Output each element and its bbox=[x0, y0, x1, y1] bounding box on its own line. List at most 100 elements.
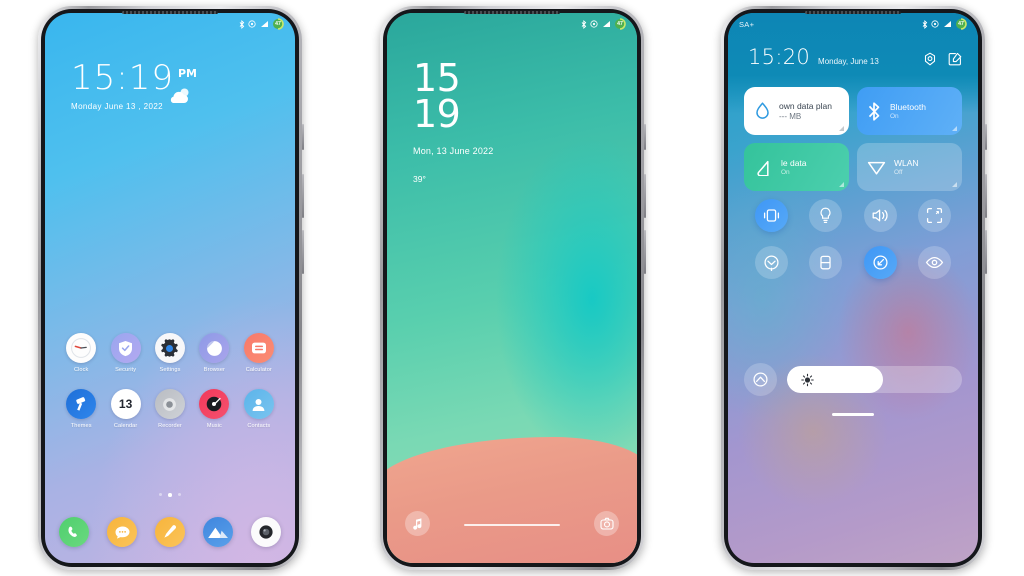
screen-1: 47 15:19 PM Monday June 13 , 2022 Clock … bbox=[45, 13, 295, 563]
app-recorder[interactable]: Recorder bbox=[148, 389, 192, 429]
earpiece-speaker bbox=[464, 11, 560, 14]
app-themes[interactable]: Themes bbox=[59, 389, 103, 429]
gear-icon bbox=[154, 333, 185, 363]
signal-icon bbox=[260, 21, 268, 27]
lock-clock-widget: 15 19 Mon, 13 June 2022 39° bbox=[413, 59, 493, 184]
side-button-power[interactable] bbox=[302, 230, 304, 274]
tile-expand-corner[interactable] bbox=[839, 182, 844, 187]
screen-3: SA+ 47 15:20 Monday, June 13 own data pl… bbox=[728, 13, 978, 563]
tile-expand-corner[interactable] bbox=[952, 126, 957, 131]
side-button-mute[interactable] bbox=[985, 124, 987, 150]
app-clock[interactable]: Clock bbox=[59, 333, 103, 373]
app-label: Themes bbox=[70, 423, 92, 429]
side-button-mute[interactable] bbox=[644, 124, 646, 150]
tile-subtitle: Off bbox=[894, 169, 903, 176]
side-button-mute[interactable] bbox=[302, 124, 304, 150]
camera-shortcut[interactable] bbox=[594, 511, 619, 536]
edit-icon[interactable] bbox=[948, 52, 962, 66]
app-label: Recorder bbox=[158, 423, 182, 429]
status-icons-2: 47 bbox=[581, 18, 627, 30]
tile-subtitle: --- MB bbox=[779, 112, 802, 121]
quick-settings-header: 15:20 Monday, June 13 bbox=[748, 47, 962, 68]
status-bar-1: 47 bbox=[45, 13, 295, 35]
side-button-volume[interactable] bbox=[985, 174, 987, 218]
speaker-icon bbox=[872, 209, 888, 222]
alarm-icon bbox=[931, 20, 939, 28]
battery-level-2: 47 bbox=[617, 21, 623, 27]
signal-icon bbox=[943, 21, 951, 27]
alarm-icon bbox=[590, 20, 598, 28]
tile-title: le data bbox=[781, 158, 807, 168]
qs-time: 15:20 bbox=[748, 45, 811, 69]
pencil-icon[interactable] bbox=[155, 517, 185, 547]
tile-data-plan[interactable]: own data plan --- MB bbox=[744, 87, 849, 135]
calculator-icon bbox=[243, 333, 274, 363]
gallery-mountain-icon[interactable] bbox=[203, 517, 233, 547]
page-dot-active bbox=[168, 493, 172, 497]
side-button-volume[interactable] bbox=[644, 174, 646, 218]
app-label: Settings bbox=[159, 367, 181, 373]
app-grid: Clock Security Settings Browser Calculat… bbox=[59, 333, 281, 429]
data-drop-icon bbox=[756, 102, 769, 119]
auto-brightness-icon bbox=[753, 372, 768, 387]
data-saver-toggle[interactable] bbox=[863, 246, 897, 279]
status-bar-2: 47 bbox=[387, 13, 637, 35]
app-contacts[interactable]: Contacts bbox=[237, 389, 281, 429]
volume-toggle[interactable] bbox=[863, 199, 897, 232]
status-icons-3: 47 bbox=[922, 18, 968, 30]
auto-rotate-toggle[interactable] bbox=[754, 246, 788, 279]
shield-check-icon bbox=[110, 333, 141, 363]
side-button-volume[interactable] bbox=[302, 174, 304, 218]
app-calendar[interactable]: 13 Calendar bbox=[103, 389, 147, 429]
tile-wlan[interactable]: WLAN Off bbox=[857, 143, 962, 191]
app-label: Calculator bbox=[245, 367, 272, 373]
app-label: Clock bbox=[73, 367, 89, 373]
wallpaper-dune-front bbox=[387, 437, 637, 563]
app-settings[interactable]: Settings bbox=[148, 333, 192, 373]
screen-2: 47 15 19 Mon, 13 June 2022 39° bbox=[387, 13, 637, 563]
flashlight-toggle[interactable] bbox=[809, 199, 843, 232]
screenshot-toggle[interactable] bbox=[918, 199, 952, 232]
camera-icon bbox=[599, 517, 614, 530]
settings-gear-icon[interactable] bbox=[923, 52, 937, 66]
page-dot bbox=[177, 493, 181, 496]
home-indicator[interactable] bbox=[464, 524, 560, 526]
calendar-icon: 13 bbox=[110, 389, 141, 419]
app-calculator[interactable]: Calculator bbox=[237, 333, 281, 373]
recorder-icon bbox=[154, 389, 185, 419]
tile-title: own data plan bbox=[779, 101, 832, 111]
status-bar-3: SA+ 47 bbox=[728, 13, 978, 35]
home-ampm: PM bbox=[177, 66, 197, 80]
eye-care-toggle[interactable] bbox=[918, 246, 952, 279]
lock-temperature: 39° bbox=[413, 173, 426, 184]
battery-saver-toggle[interactable] bbox=[809, 246, 843, 279]
vibrate-toggle[interactable] bbox=[754, 199, 788, 232]
music-note-icon bbox=[413, 518, 422, 530]
side-button-power[interactable] bbox=[985, 230, 987, 274]
eye-icon bbox=[926, 256, 944, 269]
message-icon[interactable] bbox=[107, 517, 137, 547]
app-label: Security bbox=[115, 367, 137, 373]
panel-drag-handle[interactable] bbox=[832, 413, 874, 416]
app-music[interactable]: Music bbox=[192, 389, 236, 429]
camera-icon[interactable] bbox=[251, 517, 281, 547]
phone-icon[interactable] bbox=[59, 517, 89, 547]
brightness-slider[interactable] bbox=[787, 366, 962, 393]
home-clock-widget[interactable]: 15:19 PM Monday June 13 , 2022 bbox=[71, 61, 197, 111]
side-button-power[interactable] bbox=[644, 230, 646, 274]
vibrate-icon bbox=[763, 209, 779, 222]
tile-mobile-data[interactable]: le data On bbox=[744, 143, 849, 191]
music-shortcut[interactable] bbox=[405, 511, 430, 536]
tile-expand-corner[interactable] bbox=[839, 126, 844, 131]
battery-icon: 47 bbox=[955, 18, 967, 30]
page-indicator[interactable] bbox=[45, 493, 295, 497]
signal-icon bbox=[602, 21, 610, 27]
auto-brightness-toggle[interactable] bbox=[744, 363, 777, 396]
app-security[interactable]: Security bbox=[103, 333, 147, 373]
app-browser[interactable]: Browser bbox=[192, 333, 236, 373]
phone-lock-screen: 47 15 19 Mon, 13 June 2022 39° bbox=[380, 6, 646, 570]
tile-expand-corner[interactable] bbox=[952, 182, 957, 187]
rotate-icon bbox=[764, 255, 779, 271]
weather-cloud-icon bbox=[170, 88, 189, 103]
tile-bluetooth[interactable]: Bluetooth On bbox=[857, 87, 962, 135]
